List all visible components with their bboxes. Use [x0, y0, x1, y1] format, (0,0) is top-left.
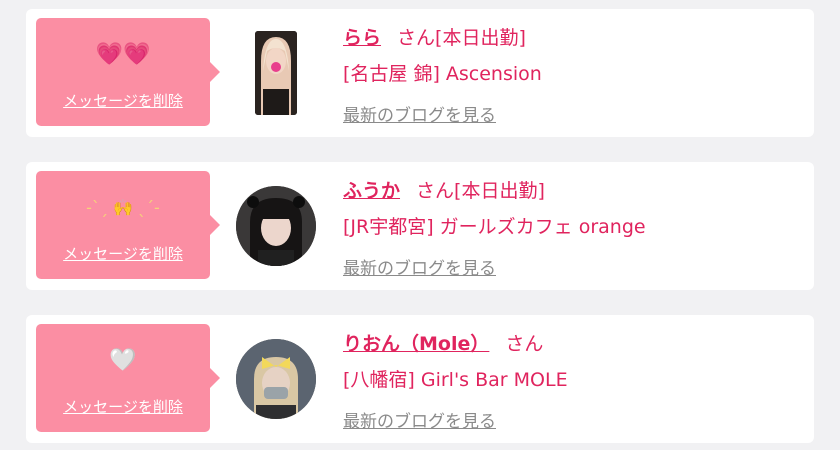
shop-name: [JR宇都宮] ガールズカフェ orange [343, 216, 646, 238]
latest-blog-link[interactable]: 最新のブログを見る [343, 407, 496, 432]
profile-name-link[interactable]: りおん（Mole） [343, 333, 489, 355]
delete-message-link[interactable]: メッセージを削除 [36, 396, 210, 417]
white-heart-emoji-icon: 🤍 [109, 348, 137, 373]
message-card: 💗💗 メッセージを削除 らら さん[本日出勤] [名古屋 錦] Ascension… [26, 9, 814, 137]
latest-blog-link[interactable]: 最新のブログを見る [343, 101, 496, 126]
name-row: ふうか さん[本日出勤] [343, 176, 545, 203]
shop-name: [名古屋 錦] Ascension [343, 63, 542, 85]
message-bubble: 🤍 メッセージを削除 [36, 324, 220, 432]
heart-emoji-icon: 💗💗 [95, 42, 151, 67]
profile-name-link[interactable]: ふうか [343, 180, 400, 202]
honorific: さん [505, 333, 544, 355]
delete-message-link[interactable]: メッセージを削除 [36, 90, 210, 111]
profile-name-link[interactable]: らら [343, 27, 381, 49]
avatar[interactable] [236, 186, 316, 266]
honorific: さん [416, 180, 455, 202]
message-card: -ˋˏ 🙌 ˎˊ- メッセージを削除 ふうか さん[本日出勤] [JR宇都宮] ガ… [26, 162, 814, 290]
status-label: [本日出勤] [454, 180, 545, 202]
latest-blog-link[interactable]: 最新のブログを見る [343, 254, 496, 279]
message-card: 🤍 メッセージを削除 りおん（Mole） さん [八幡宿] Girl's Bar … [26, 315, 814, 443]
status-label: [本日出勤] [435, 27, 526, 49]
avatar[interactable] [255, 31, 297, 115]
name-row: らら さん[本日出勤] [343, 23, 526, 50]
message-bubble: 💗💗 メッセージを削除 [36, 18, 220, 126]
sparkle-hands-emoji-icon: -ˋˏ 🙌 ˎˊ- [86, 198, 160, 217]
name-row: りおん（Mole） さん [343, 329, 543, 356]
message-bubble: -ˋˏ 🙌 ˎˊ- メッセージを削除 [36, 171, 220, 279]
avatar[interactable] [236, 339, 316, 419]
honorific: さん [397, 27, 436, 49]
shop-name: [八幡宿] Girl's Bar MOLE [343, 369, 568, 391]
delete-message-link[interactable]: メッセージを削除 [36, 243, 210, 264]
